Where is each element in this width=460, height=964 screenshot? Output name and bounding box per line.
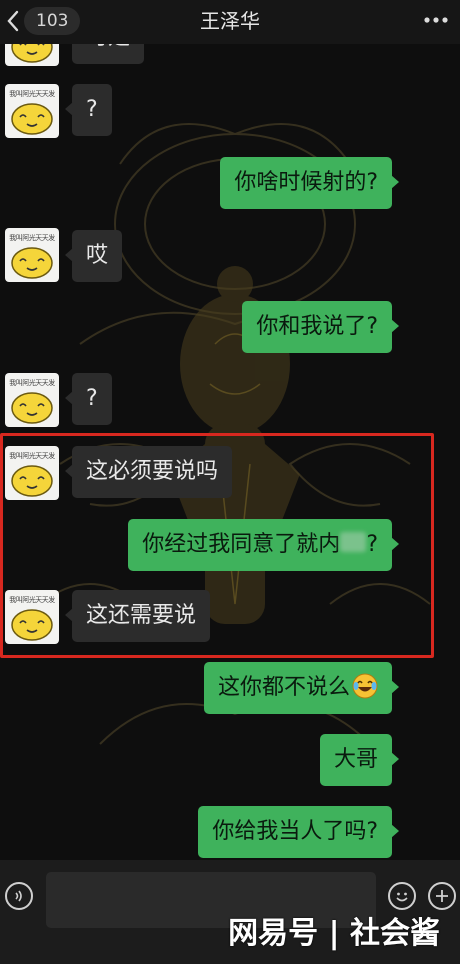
message-incoming: 我叫阿光天天发 哎	[0, 228, 460, 284]
message-incoming: 我叫阿光天天发 ?	[0, 373, 460, 429]
message-outgoing-bubble[interactable]: 你和我说了?	[242, 301, 399, 353]
highlight-box	[0, 433, 434, 658]
watermark: 网易号 | 社会酱	[228, 916, 440, 951]
avatar[interactable]: 我叫阿光天天发	[5, 228, 59, 282]
message-text: 这你都不说么	[217, 675, 350, 700]
plus-icon[interactable]	[428, 882, 456, 910]
message-outgoing-bubble[interactable]: 你给我当人了吗?	[198, 806, 399, 858]
voice-icon[interactable]	[5, 882, 33, 910]
chat-header-overlay: 103 王泽华	[0, 0, 460, 44]
avatar[interactable]: 我叫阿光天天发	[5, 84, 59, 138]
message-bubble[interactable]: ?	[65, 373, 112, 425]
smiley-icon[interactable]	[388, 882, 416, 910]
message-bubble[interactable]: 哎	[64, 230, 123, 282]
chat-title: 王泽华	[200, 9, 260, 33]
message-outgoing-bubble[interactable]: 这你都不说么	[203, 662, 400, 714]
message-incoming: 我叫阿光天天发 ?	[0, 84, 460, 140]
ellipsis-icon[interactable]	[422, 10, 450, 30]
avatar[interactable]: 我叫阿光天天发	[5, 373, 59, 427]
message-outgoing-bubble[interactable]: 大哥	[319, 734, 400, 786]
laughing-crying-emoji-icon	[352, 673, 378, 699]
message-bubble[interactable]: ?	[65, 84, 112, 136]
input-bar: 网易号 | 社会酱	[0, 860, 460, 964]
message-outgoing-bubble[interactable]: 你啥时候射的?	[220, 157, 399, 209]
